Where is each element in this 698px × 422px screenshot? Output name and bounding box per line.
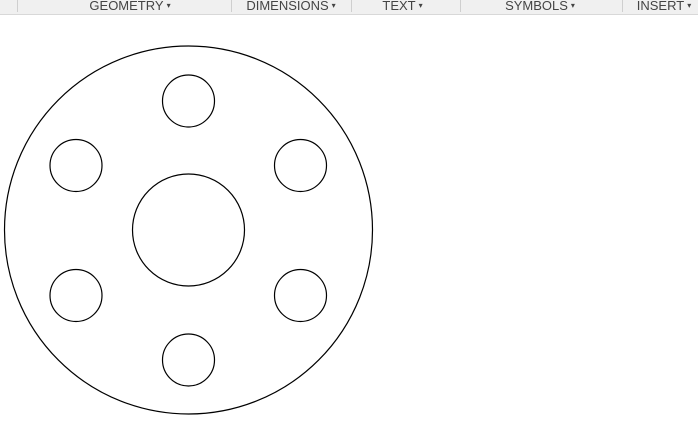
chevron-down-icon: ▾ [331, 0, 336, 10]
insert-menu[interactable]: INSERT ▾ [630, 0, 698, 14]
chevron-down-icon: ▾ [687, 0, 692, 10]
drawing-toolbar: GEOMETRY ▾ DIMENSIONS ▾ TEXT ▾ SYMBOLS ▾… [0, 0, 698, 15]
toolbar-separator [17, 0, 18, 12]
bolt-hole-top[interactable] [161, 74, 216, 128]
toolbar-separator [231, 0, 232, 12]
geometry-menu-label: GEOMETRY [89, 0, 164, 13]
text-menu[interactable]: TEXT ▾ [360, 0, 445, 14]
chevron-down-icon: ▾ [166, 0, 171, 10]
center-bore-circle[interactable] [131, 173, 246, 287]
insert-menu-label: INSERT [636, 0, 685, 13]
bolt-hole-top-right[interactable] [273, 138, 328, 193]
flange-drawing[interactable] [0, 15, 698, 422]
dimensions-menu-label: DIMENSIONS [246, 0, 329, 13]
toolbar-separator [622, 0, 623, 12]
toolbar-separator [460, 0, 461, 12]
bolt-hole-bottom-right[interactable] [273, 268, 328, 323]
symbols-menu[interactable]: SYMBOLS ▾ [480, 0, 600, 14]
bolt-hole-bottom[interactable] [161, 333, 216, 387]
symbols-menu-label: SYMBOLS [505, 0, 568, 13]
bolt-hole-top-left[interactable] [49, 138, 103, 193]
outer-flange-circle[interactable] [3, 45, 374, 415]
chevron-down-icon: ▾ [570, 0, 575, 10]
drawing-canvas[interactable] [0, 15, 698, 422]
chevron-down-icon: ▾ [418, 0, 423, 10]
toolbar-separator [351, 0, 352, 12]
text-menu-label: TEXT [382, 0, 416, 13]
geometry-menu[interactable]: GEOMETRY ▾ [60, 0, 200, 14]
dimensions-menu[interactable]: DIMENSIONS ▾ [236, 0, 346, 14]
bolt-hole-bottom-left[interactable] [49, 268, 103, 323]
